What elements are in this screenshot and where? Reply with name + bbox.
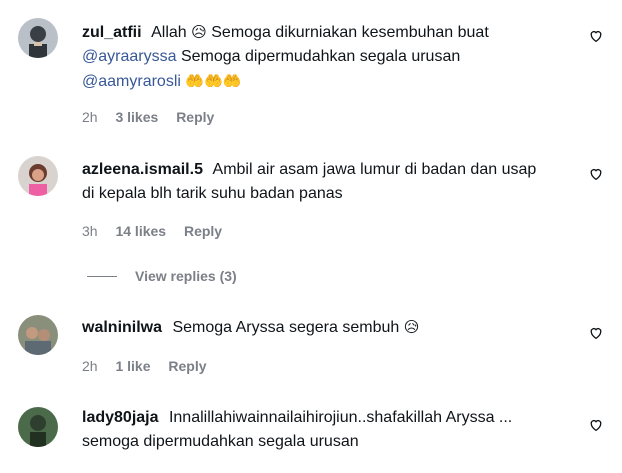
comment-username[interactable]: zul_atfii [82, 24, 142, 41]
avatar[interactable] [18, 18, 58, 58]
comment-time: 2h [82, 109, 98, 125]
comment-time: 3h [82, 223, 98, 239]
divider [87, 275, 117, 277]
comment-text: azleena.ismail.5 Ambil air asam jawa lum… [82, 161, 537, 178]
reply-button[interactable]: Reply [176, 109, 214, 125]
like-button[interactable] [585, 163, 607, 185]
avatar[interactable] [18, 156, 58, 196]
comment-username[interactable]: walninilwa [82, 319, 162, 336]
comment-username[interactable]: lady80jaja [82, 409, 159, 426]
comment-text: zul_atfii Allah 😥 Semoga dikurniakan kes… [82, 23, 489, 41]
reply-button[interactable]: Reply [168, 358, 206, 374]
heart-outline-icon [590, 420, 602, 432]
comment-username[interactable]: azleena.ismail.5 [82, 161, 203, 178]
avatar[interactable] [18, 315, 58, 355]
comment-text: walninilwa Semoga Aryssa segera sembuh 😥 [82, 318, 420, 336]
sad-face-icon: 😥 [191, 23, 207, 41]
comment-text: lady80jaja Innalillahiwainnailaihirojiun… [82, 409, 513, 426]
heart-outline-icon [590, 328, 602, 340]
heart-outline-icon [590, 169, 602, 181]
likes-count[interactable]: 3 likes [115, 109, 158, 125]
view-replies-button[interactable]: View replies (3) [87, 266, 237, 286]
like-button[interactable] [585, 414, 607, 436]
reply-button[interactable]: Reply [184, 223, 222, 239]
praying-hands-icon: 🤲🤲🤲 [185, 72, 242, 90]
likes-count[interactable]: 1 like [115, 358, 150, 374]
heart-outline-icon [590, 31, 602, 43]
mention-link[interactable]: @ayraaryssa [82, 48, 177, 65]
comment-time: 2h [82, 358, 98, 374]
sad-face-icon: 😥 [403, 318, 420, 336]
like-button[interactable] [585, 322, 607, 344]
likes-count[interactable]: 14 likes [115, 223, 166, 239]
avatar[interactable] [18, 407, 58, 447]
like-button[interactable] [585, 25, 607, 47]
mention-link[interactable]: @aamyrarosli [82, 73, 181, 90]
